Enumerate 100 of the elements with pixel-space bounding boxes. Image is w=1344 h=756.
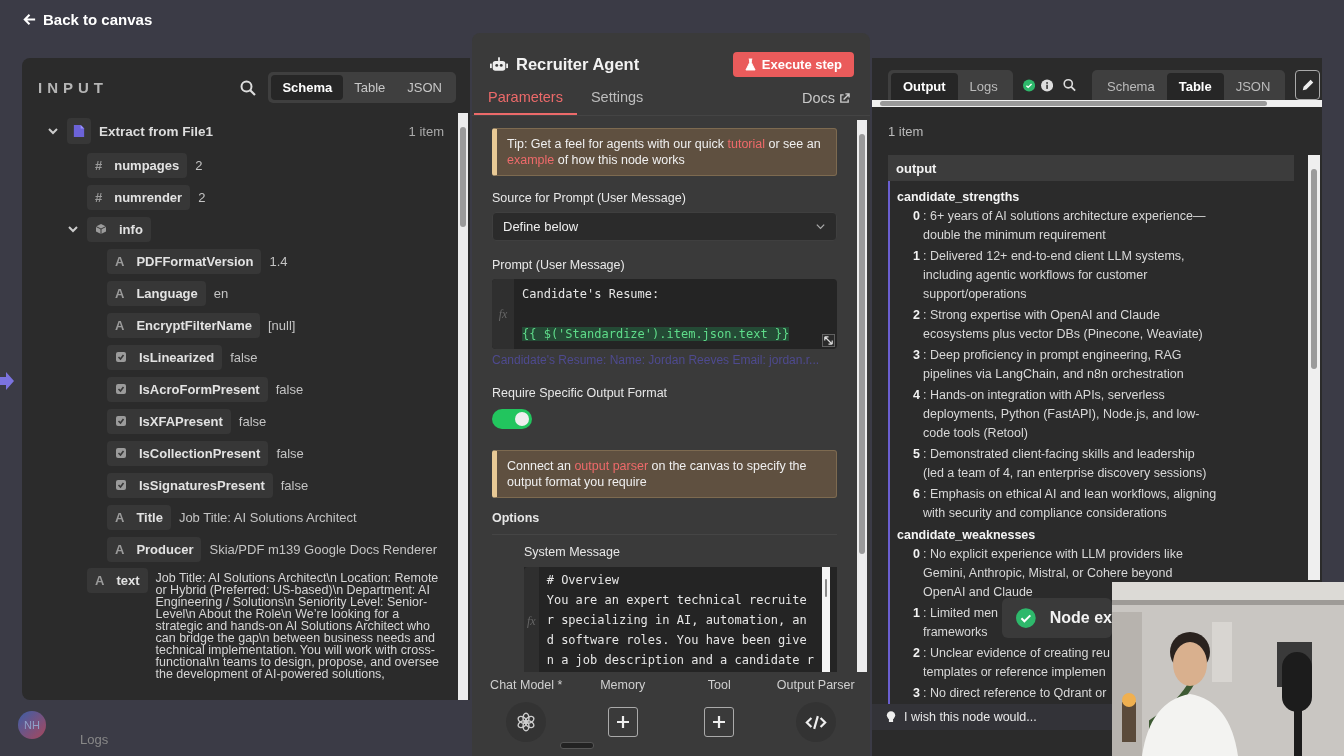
plus-icon xyxy=(712,715,727,729)
field-value: false xyxy=(230,349,258,365)
back-link[interactable]: Back to canvas xyxy=(22,8,153,30)
parser-button[interactable] xyxy=(795,702,836,742)
model-button[interactable] xyxy=(506,702,547,742)
search-icon[interactable] xyxy=(1063,77,1076,93)
notice-text: Connect an output parser on the canvas to specify the output format you require xyxy=(492,450,837,498)
field-label: Require Specific Output Format xyxy=(492,386,669,401)
array-index: 2 xyxy=(913,645,921,662)
tab[interactable]: Logs xyxy=(957,73,1010,100)
tab[interactable]: Parameters xyxy=(474,83,577,115)
view-tab[interactable]: Schema xyxy=(1095,73,1167,100)
plus-icon xyxy=(615,715,630,729)
field-chip[interactable]: A Producer xyxy=(107,536,202,562)
success-icon xyxy=(1022,77,1035,93)
type-icon: A xyxy=(115,317,125,333)
connector-label: Memory xyxy=(600,678,646,692)
field-chip[interactable]: IsXFAPresent xyxy=(107,408,231,434)
object-key: candidate_strengths xyxy=(897,187,1294,207)
view-tab[interactable]: Table xyxy=(1166,73,1224,100)
field-chip[interactable]: A Language xyxy=(107,280,206,306)
item-count: 1 item xyxy=(408,123,444,139)
array-value: : Strong expertise with OpenAI and Claude ecosystems plus vector DBs (Pinecone, Weaviate) xyxy=(923,307,1203,343)
field-chip[interactable]: IsCollectionPresent xyxy=(107,440,269,466)
section-label: Options xyxy=(492,511,837,535)
field-value: false xyxy=(238,413,267,429)
arrow-icon[interactable] xyxy=(0,370,14,392)
tab[interactable]: Settings xyxy=(576,83,658,115)
array-index: 0 xyxy=(913,546,921,563)
array-value: : Emphasis on ethical AI and lean workflows, aligning with security and compliance considerations xyxy=(923,486,1217,522)
field-value: false xyxy=(280,477,309,493)
type-icon: A xyxy=(115,541,125,557)
type-icon: A xyxy=(95,573,105,588)
edit-button[interactable] xyxy=(1295,70,1320,100)
panel-title: INPUT xyxy=(38,79,109,96)
field-chip[interactable]: A EncryptFilterName xyxy=(107,312,260,338)
view-tab[interactable]: Schema xyxy=(271,75,344,100)
array-index: 3 xyxy=(913,685,921,702)
toast-message: Node ex xyxy=(1049,609,1112,627)
source-select[interactable]: Define below xyxy=(492,212,837,241)
array-value: : Unclear evidence of creating reu templates or reference implemen xyxy=(923,645,1110,681)
field-chip[interactable]: # numrender xyxy=(87,184,191,210)
field-value: [null] xyxy=(268,317,296,333)
checkbox-icon xyxy=(115,447,127,459)
scrollbar[interactable] xyxy=(872,100,1322,107)
scrollbar[interactable] xyxy=(1308,155,1320,580)
field-chip[interactable]: A text xyxy=(87,568,148,593)
type-icon: # xyxy=(95,189,103,205)
scrollbar[interactable] xyxy=(857,120,867,672)
type-icon: # xyxy=(95,157,103,173)
field-chip[interactable]: IsSignaturesPresent xyxy=(107,472,273,498)
array-value: : No direct reference to Qdrant or xyxy=(923,685,1107,702)
field-value: 1.4 xyxy=(269,253,288,269)
field-chip[interactable]: IsLinearized xyxy=(107,344,223,370)
checkbox-icon xyxy=(115,351,127,363)
array-value: : 6+ years of AI solutions architecture experience— double the minimum requirement xyxy=(923,208,1206,244)
toggle-switch[interactable] xyxy=(492,409,532,429)
flask-icon xyxy=(744,57,756,71)
scrollbar[interactable] xyxy=(458,113,468,700)
arrow-left-icon xyxy=(22,11,37,27)
field-chip[interactable]: A PDFFormatVersion xyxy=(107,248,262,274)
view-tab[interactable]: Table xyxy=(343,75,397,100)
field-label: Source for Prompt (User Message) xyxy=(492,191,687,206)
field-chip[interactable]: IsAcroFormPresent xyxy=(107,376,268,402)
view-tab[interactable]: JSON xyxy=(396,75,453,100)
add-button[interactable] xyxy=(704,707,735,737)
success-icon xyxy=(1016,608,1036,628)
field-chip[interactable]: info xyxy=(87,216,151,242)
item-count: 1 item xyxy=(887,123,925,141)
file-node-icon xyxy=(67,118,91,144)
cube-icon xyxy=(95,223,107,235)
field-value: Job Title: AI Solutions Architect xyxy=(178,509,357,525)
chevron-icon[interactable] xyxy=(47,125,59,137)
view-tab[interactable]: JSON xyxy=(1223,73,1283,100)
chevron-icon[interactable] xyxy=(67,223,79,235)
info-icon[interactable] xyxy=(1040,77,1054,93)
tip-text: Tip: Get a feel for agents with our quick tutorial or see an example of how this node works xyxy=(492,128,837,176)
array-index: 2 xyxy=(913,307,921,324)
field-value: Job Title: AI Solutions Architect\n Location: Remote or Hybrid (Preferred: US-based)\n Department: AI Engineering / Solutions\n Seniority Level: Senior-Level\n About the Role\n We’re looking for a strategic and hands-on AI Solutions Architect who can bridge the gap\n between business needs and technical implementation. You will work with cross-functional\n teams to design, propose, and oversee the development of AI-powered solutions, xyxy=(155,570,441,680)
tab[interactable]: Output xyxy=(891,73,958,100)
type-icon: A xyxy=(115,253,125,269)
checkbox-icon xyxy=(115,415,127,427)
connector-label: Chat Model * xyxy=(490,678,563,692)
array-index: 5 xyxy=(913,446,921,463)
array-value: : Demonstrated client-facing skills and leadership (led a team of 4, ran enterprise discovery sessions) xyxy=(923,446,1207,482)
field-chip[interactable]: # numpages xyxy=(87,152,188,178)
array-value: : Delivered 12+ end-to-end client LLM systems, including agentic workflows for customer support/operations xyxy=(923,248,1185,303)
connector-label: Output Parser xyxy=(776,678,855,692)
search-icon[interactable] xyxy=(240,79,257,96)
docs-link[interactable]: Docs xyxy=(795,89,856,115)
field-value: false xyxy=(276,445,304,461)
checkbox-icon xyxy=(115,383,127,395)
field-value: 2 xyxy=(195,157,203,173)
add-button[interactable] xyxy=(607,707,638,737)
type-icon: A xyxy=(115,509,125,525)
drag-handle[interactable] xyxy=(560,742,594,749)
feedback-prompt[interactable]: I wish this node would... xyxy=(904,710,1037,724)
field-chip[interactable]: A Title xyxy=(107,504,171,530)
array-index: 3 xyxy=(913,347,921,364)
expand-icon[interactable] xyxy=(822,334,835,347)
